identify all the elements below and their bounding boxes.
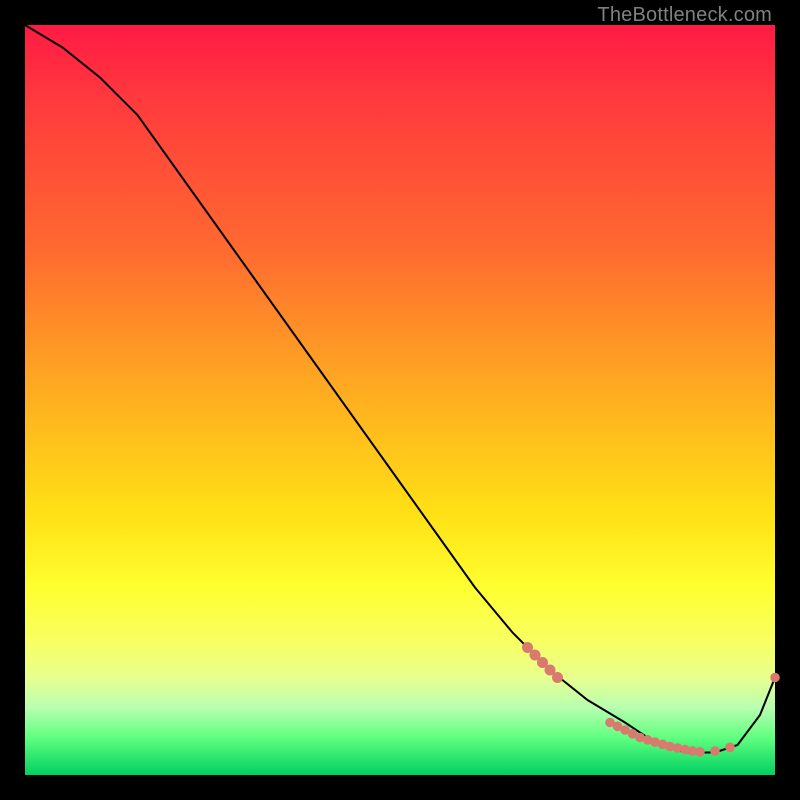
curve-marker [552, 672, 563, 683]
curve-marker [725, 743, 735, 753]
bottleneck-curve-line [25, 25, 775, 753]
curve-marker [710, 746, 720, 756]
curve-marker [770, 673, 780, 683]
curve-marker [695, 747, 705, 757]
watermark-text: TheBottleneck.com [597, 4, 772, 27]
chart-frame: TheBottleneck.com [0, 0, 800, 800]
curve-svg [25, 25, 775, 775]
gradient-plot-area [25, 25, 775, 775]
